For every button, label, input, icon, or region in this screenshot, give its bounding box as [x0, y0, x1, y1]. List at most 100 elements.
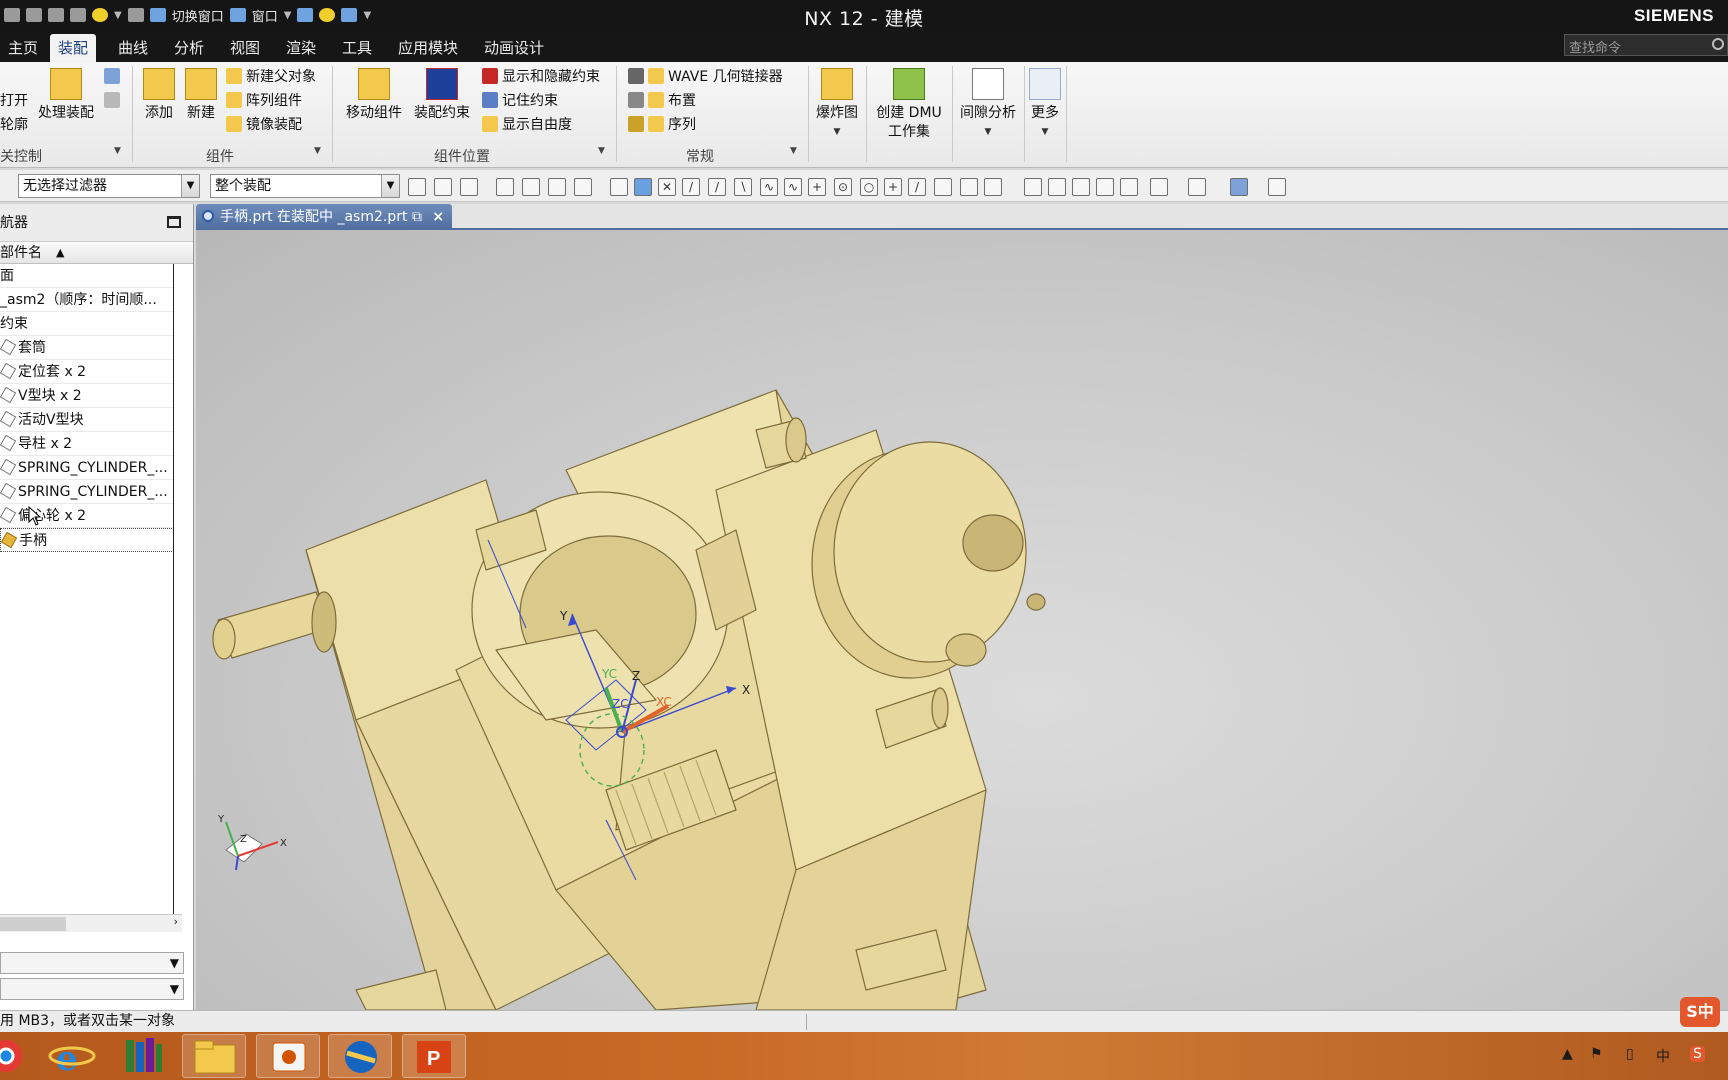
snap-icon[interactable] [634, 178, 652, 196]
sort-ascending-icon[interactable]: ▲ [56, 242, 64, 264]
layout-icon[interactable] [1150, 178, 1168, 196]
snap-icon[interactable]: / [682, 178, 700, 196]
new-component-button[interactable]: 新建 [180, 68, 222, 123]
file-explorer-icon[interactable] [182, 1034, 246, 1078]
tree-node-v-block[interactable]: V型块 x 2 [0, 384, 174, 408]
exploded-view-dropdown-icon[interactable]: ▼ [810, 123, 864, 142]
remember-constraints-button[interactable]: 记住约束 [482, 90, 558, 112]
scroll-right-icon[interactable]: › [174, 915, 178, 928]
tab-curve[interactable]: 曲线 [110, 34, 156, 62]
snap-icon[interactable]: ∿ [784, 178, 802, 196]
nx-icon[interactable] [328, 1034, 392, 1078]
ribbon-small-tool-a[interactable] [104, 66, 124, 88]
snap-icon[interactable]: ⊙ [834, 178, 852, 196]
tree-node-asm2[interactable]: _asm2（顺序：时间顺... [0, 288, 174, 312]
array-component-button[interactable]: 阵列组件 [226, 90, 302, 112]
tab-tools[interactable]: 工具 [334, 34, 380, 62]
sogou-ime-badge[interactable]: S中 [1680, 997, 1720, 1027]
tab-animation-design[interactable]: 动画设计 [476, 34, 552, 62]
selection-tool-icon[interactable] [548, 178, 566, 196]
view-tool-icon[interactable] [1048, 178, 1066, 196]
show-hide-constraints-button[interactable]: 显示和隐藏约束 [482, 66, 600, 88]
snap-icon[interactable]: / [708, 178, 726, 196]
selection-scope-select[interactable]: 整个装配 ▼ [210, 174, 400, 198]
snap-icon[interactable] [984, 178, 1002, 196]
snap-icon[interactable]: ○ [860, 178, 878, 196]
tree-node-movable-v-block[interactable]: 活动V型块 [0, 408, 174, 432]
chevron-down-icon[interactable]: ▼ [181, 175, 199, 197]
tray-flag-icon[interactable]: ⚑ [1590, 1046, 1603, 1062]
snap-icon[interactable]: ✕ [658, 178, 676, 196]
tree-node-sleeve[interactable]: 套筒 [0, 336, 174, 360]
tree-node-spring-cylinder-1[interactable]: SPRING_CYLINDER_... [0, 456, 174, 480]
snap-icon[interactable]: ∿ [760, 178, 778, 196]
popout-icon[interactable]: ⧉ [412, 209, 422, 225]
tab-view[interactable]: 视图 [222, 34, 268, 62]
view-tool-icon[interactable] [1096, 178, 1114, 196]
tab-render[interactable]: 渲染 [278, 34, 324, 62]
close-icon[interactable]: × [432, 209, 444, 225]
clearance-analysis-button[interactable]: 间隙分析 ▼ [954, 68, 1022, 142]
snap-icon[interactable] [610, 178, 628, 196]
books-icon[interactable] [112, 1034, 176, 1078]
more-dropdown-icon[interactable]: ▼ [1026, 123, 1064, 142]
clearance-dropdown-icon[interactable]: ▼ [954, 123, 1022, 142]
selection-tool-icon[interactable] [496, 178, 514, 196]
group-position-dropdown-icon[interactable]: ▼ [598, 146, 605, 156]
selection-tool-icon[interactable] [408, 178, 426, 196]
outline-button[interactable]: 轮廓 [0, 114, 28, 136]
tray-ime-indicator[interactable]: 中 [1656, 1046, 1670, 1066]
horizontal-scrollbar[interactable]: › [0, 914, 182, 932]
selection-tool-icon[interactable] [434, 178, 452, 196]
type-filter-select[interactable]: 无选择过滤器 ▼ [18, 174, 200, 198]
tree-node-spring-cylinder-2[interactable]: SPRING_CYLINDER_... [0, 480, 174, 504]
ie-icon[interactable]: e [40, 1034, 104, 1079]
process-assembly-button[interactable]: 处理装配 [34, 68, 98, 123]
selection-tool-icon[interactable] [460, 178, 478, 196]
tab-assemblies[interactable]: 装配 [50, 34, 97, 62]
ribbon-small-tool-b[interactable] [104, 90, 124, 112]
group-general-dropdown-icon[interactable]: ▼ [790, 146, 797, 156]
chrome-icon[interactable] [0, 1034, 44, 1078]
add-component-button[interactable]: 添加 [138, 68, 180, 123]
tab-application[interactable]: 应用模块 [390, 34, 466, 62]
tree-node-eccentric-wheel[interactable]: 偏心轮 x 2 [0, 504, 174, 528]
search-icon[interactable] [1712, 38, 1724, 50]
snap-icon[interactable]: ∖ [734, 178, 752, 196]
mirror-assembly-button[interactable]: 镜像装配 [226, 114, 302, 136]
tree-node-locating-sleeve[interactable]: 定位套 x 2 [0, 360, 174, 384]
tray-battery-icon[interactable]: ▯ [1626, 1046, 1634, 1062]
rectangle-select-icon[interactable] [574, 178, 592, 196]
group-components-dropdown-icon[interactable]: ▼ [314, 146, 321, 156]
tree-node-guide-pillar[interactable]: 导柱 x 2 [0, 432, 174, 456]
more-button[interactable]: 更多 ▼ [1026, 68, 1064, 142]
selection-tool-icon[interactable] [522, 178, 540, 196]
column-header-part-name[interactable]: 部件名 ▲ [0, 242, 193, 264]
tree-node-sections[interactable]: 面 [0, 264, 174, 288]
snap-icon[interactable]: + [808, 178, 826, 196]
sequence-button[interactable]: 序列 [628, 114, 696, 136]
assembly-constraints-button[interactable]: 装配约束 [408, 68, 476, 123]
powerpoint-icon[interactable]: P [402, 1034, 466, 1078]
tray-sogou-icon[interactable]: S [1690, 1046, 1705, 1062]
wave-linker-button[interactable]: WAVE 几何链接器 [628, 66, 783, 88]
scrollbar-thumb[interactable] [0, 917, 66, 931]
chevron-down-icon[interactable]: ▼ [170, 953, 179, 973]
show-dof-button[interactable]: 显示自由度 [482, 114, 572, 136]
rotate-icon[interactable] [1072, 178, 1090, 196]
move-component-button[interactable]: 移动组件 [340, 68, 408, 123]
chevron-down-icon[interactable]: ▼ [381, 175, 399, 197]
command-search-input[interactable]: 查找命令 [1564, 34, 1728, 56]
document-tab[interactable]: 手柄.prt 在装配中 _asm2.prt ⧉ × [196, 204, 453, 230]
arrangement-button[interactable]: 布置 [628, 90, 696, 112]
maximize-icon[interactable] [167, 216, 181, 228]
tab-analysis[interactable]: 分析 [166, 34, 212, 62]
graphics-window[interactable]: X Y XC YC ZC Z X Y Z [196, 230, 1728, 1010]
open-button[interactable]: 打开 [0, 90, 28, 112]
new-parent-button[interactable]: 新建父对象 [226, 66, 316, 88]
dependencies-panel-toggle[interactable]: ▼ [0, 978, 184, 1000]
create-dmu-button[interactable]: 创建 DMU 工作集 [868, 68, 950, 142]
view-tool-icon[interactable] [1120, 178, 1138, 196]
snap-icon[interactable] [934, 178, 952, 196]
snap-icon[interactable] [960, 178, 978, 196]
